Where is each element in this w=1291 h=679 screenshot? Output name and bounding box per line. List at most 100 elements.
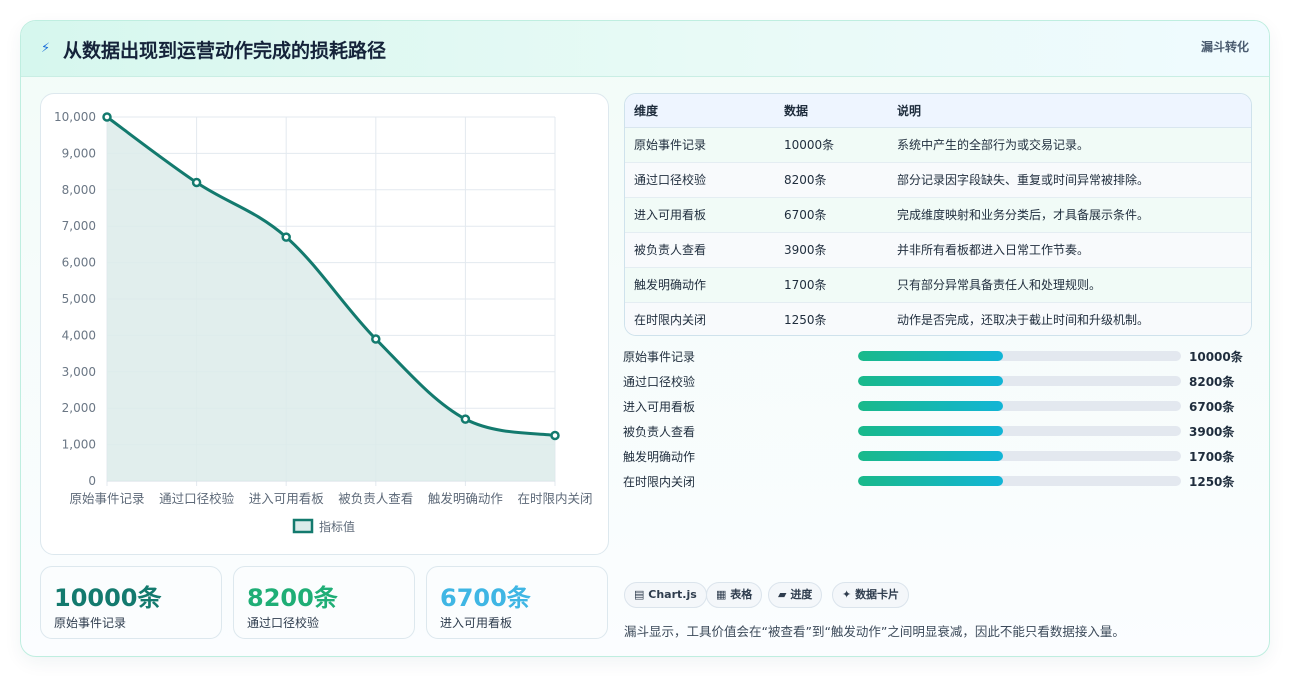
chip-label: 数据卡片 [855, 588, 900, 601]
table-cell: 在时限内关闭 [634, 313, 707, 328]
progress-track [858, 451, 1181, 461]
progress-row: 进入可用看板 6700条 [623, 396, 1263, 416]
x-tick-label: 在时限内关闭 [517, 491, 592, 506]
table-cell: 系统中产生的全部行为或交易记录。 [888, 127, 1251, 163]
chip-data-card: ✦ 数据卡片 [832, 582, 910, 608]
table-row: 原始事件记录 10000条 系统中产生的全部行为或交易记录。 [625, 127, 1251, 163]
y-tick-label: 7,000 [62, 219, 96, 233]
column-header: 数据 [775, 94, 888, 128]
chart-icon: ▤ [634, 588, 645, 601]
data-point [460, 414, 471, 424]
x-tick-label: 被负责人查看 [338, 491, 413, 506]
chart-panel: 0 1,000 2,000 3,000 4,000 5,000 6,000 7,000 8,00… [40, 93, 609, 555]
progress-track [858, 351, 1181, 361]
progress-track [858, 476, 1181, 486]
chip-label: 表格 [730, 588, 753, 601]
data-table: 维度 数据 说明 原始事件记录 10000条 系统中产生的全部行为或交易记录。 … [624, 93, 1252, 336]
y-tick-label: 4,000 [62, 328, 96, 342]
column-header: 说明 [888, 94, 1251, 128]
progress-row: 被负责人查看 3900条 [623, 421, 1263, 441]
table-cell: 进入可用看板 [625, 197, 775, 233]
x-tick-label: 原始事件记录 [69, 491, 144, 506]
progress-row: 通过口径校验 8200条 [623, 371, 1263, 391]
progress-label: 在时限内关闭 [623, 475, 696, 489]
progress-track [858, 401, 1181, 411]
lightning-icon: ⚡ [41, 41, 51, 56]
progress-value: 10000条 [1189, 350, 1243, 364]
y-tick-label: 9,000 [62, 146, 96, 160]
progress-label: 原始事件记录 [623, 350, 696, 364]
y-tick-label: 2,000 [62, 401, 96, 415]
column-header: 维度 [625, 94, 775, 128]
stat-card: 6700条 进入可用看板 [426, 566, 608, 639]
data-point [191, 177, 202, 188]
funnel-badge: 漏斗转化 [1200, 40, 1249, 54]
progress-fill [858, 376, 1004, 386]
table-cell: 原始事件记录 [625, 127, 775, 163]
data-point [550, 430, 560, 441]
table-cell: 部分记录因字段缺失、重复或时间异常被排除。 [888, 162, 1251, 198]
table-cell: 完成维度映射和业务分类后，才具备展示条件。 [888, 197, 1251, 233]
data-point [102, 112, 112, 122]
chip-label: Chart.js [648, 588, 697, 601]
x-tick-label: 进入可用看板 [249, 491, 325, 506]
progress-label: 被负责人查看 [623, 425, 696, 439]
dashboard-card: ⚡ 从数据出现到运营动作完成的损耗路径 漏斗转化 0 1,000 2,000 3,00… [20, 20, 1270, 657]
table-row: 在时限内关闭 1250条 动作是否完成，还取决于截止时间和升级机制。 [625, 302, 1251, 335]
table-cell: 动作是否完成，还取决于截止时间和升级机制。 [897, 313, 1150, 328]
table-cell: 通过口径校验 [625, 162, 775, 198]
stat-label: 原始事件记录 [54, 616, 127, 630]
stat-label: 进入可用看板 [440, 616, 513, 630]
progress-value: 8200条 [1189, 375, 1235, 389]
table-cell: 6700条 [775, 197, 888, 233]
table-row: 进入可用看板 6700条 完成维度映射和业务分类后，才具备展示条件。 [625, 197, 1251, 233]
y-tick-label: 6,000 [62, 256, 96, 270]
table-cell: 并非所有看板都进入日常工作节奏。 [888, 232, 1251, 268]
progress-label: 触发明确动作 [623, 450, 696, 464]
legend-label: 指标值 [319, 519, 355, 534]
table-cell: 8200条 [775, 162, 888, 198]
stat-value: 10000条 [54, 584, 162, 612]
progress-row: 触发明确动作 1700条 [623, 446, 1263, 466]
progress-value: 3900条 [1189, 425, 1235, 439]
chip-label: 进度 [790, 588, 813, 601]
progress-fill [858, 401, 1004, 411]
chip-table: ▦ 表格 [706, 582, 763, 608]
y-tick-label: 8,000 [62, 183, 96, 197]
x-tick-label: 触发明确动作 [428, 491, 504, 506]
progress-icon: ▰ [778, 588, 787, 601]
page-title: 从数据出现到运营动作完成的损耗路径 [63, 40, 387, 62]
footnote: 漏斗显示，工具价值会在“被查看”到“触发动作”之间明显衰减，因此不能只看数据接入… [624, 624, 1125, 639]
y-tick-label: 3,000 [62, 365, 96, 379]
table-cell: 1250条 [784, 313, 827, 328]
table-cell: 3900条 [775, 232, 888, 268]
sparkle-icon: ✦ [842, 588, 852, 601]
table-row: 通过口径校验 8200条 部分记录因字段缺失、重复或时间异常被排除。 [625, 162, 1251, 198]
stat-card: 8200条 通过口径校验 [233, 566, 415, 639]
progress-row: 原始事件记录 10000条 [623, 346, 1263, 366]
y-tick-label: 0 [88, 474, 96, 488]
progress-label: 通过口径校验 [623, 375, 696, 389]
stat-value: 6700条 [440, 584, 531, 612]
chip-progress: ▰ 进度 [768, 582, 823, 608]
stat-label: 通过口径校验 [247, 616, 320, 630]
progress-label: 进入可用看板 [623, 400, 696, 414]
progress-fill [858, 426, 1004, 436]
progress-track [858, 376, 1181, 386]
card-header: ⚡ 从数据出现到运营动作完成的损耗路径 漏斗转化 [21, 21, 1269, 77]
table-cell: 被负责人查看 [625, 232, 775, 268]
x-tick-label: 通过口径校验 [159, 491, 235, 506]
table-row: 被负责人查看 3900条 并非所有看板都进入日常工作节奏。 [625, 232, 1251, 268]
table-cell: 只有部分异常具备责任人和处理规则。 [888, 267, 1251, 303]
y-tick-label: 10,000 [54, 110, 96, 124]
y-tick-label: 5,000 [62, 292, 96, 306]
table-cell: 触发明确动作 [625, 267, 775, 303]
progress-fill [858, 476, 1004, 486]
chip-chartjs: ▤ Chart.js [624, 582, 707, 608]
table-icon: ▦ [716, 588, 727, 601]
funnel-line-chart: 0 1,000 2,000 3,000 4,000 5,000 6,000 7,000 8,00… [54, 110, 593, 534]
y-tick-label: 1,000 [62, 438, 96, 452]
progress-track [858, 426, 1181, 436]
data-point [371, 334, 381, 344]
data-point [281, 232, 291, 242]
